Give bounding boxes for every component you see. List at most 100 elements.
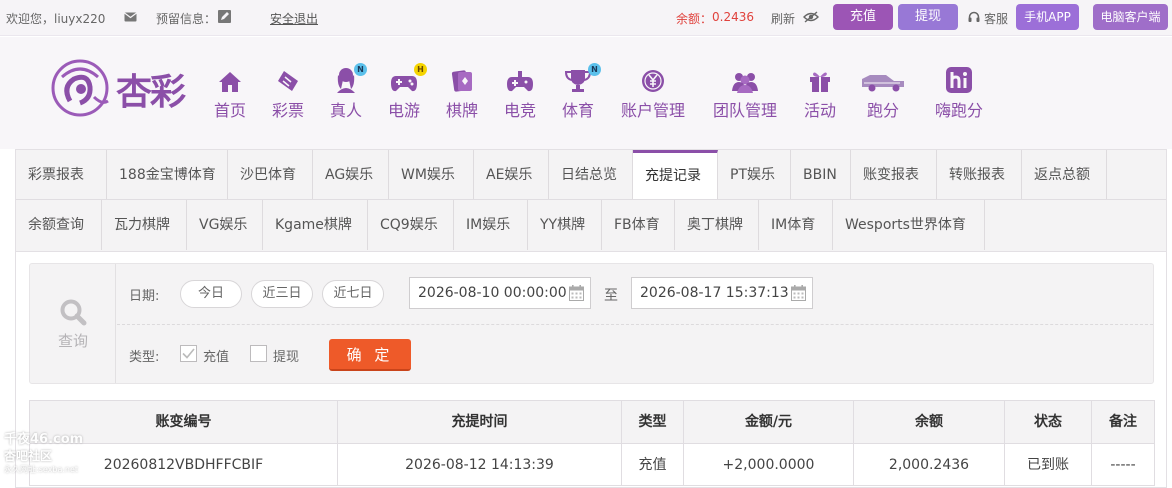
tab-wesports[interactable]: Wesports世界体育 bbox=[833, 200, 985, 250]
today-button[interactable]: 今日 bbox=[180, 280, 242, 308]
home-icon bbox=[219, 72, 241, 92]
last-7-days-button[interactable]: 近七日 bbox=[322, 280, 384, 308]
col-header-time: 充提时间 bbox=[338, 401, 622, 443]
tab-transfer-report[interactable]: 转账报表 bbox=[937, 150, 1022, 200]
tab-yy-chess[interactable]: YY棋牌 bbox=[528, 200, 602, 250]
eye-hidden-icon[interactable] bbox=[803, 11, 819, 27]
nav-hi-paofen[interactable]: 嗨跑分 bbox=[932, 65, 986, 121]
nav-chess[interactable]: 棋牌 bbox=[444, 65, 480, 121]
trophy-icon bbox=[565, 70, 591, 92]
gift-icon bbox=[810, 72, 830, 92]
tab-ae[interactable]: AE娱乐 bbox=[474, 150, 549, 200]
headset-icon[interactable] bbox=[968, 11, 980, 27]
team-icon bbox=[732, 73, 758, 93]
report-tabs: 彩票报表 188金宝博体育 沙巴体育 AG娱乐 WM娱乐 AE娱乐 日结总览 充… bbox=[15, 149, 1167, 251]
tab-wm[interactable]: WM娱乐 bbox=[389, 150, 474, 200]
tab-saba-sports[interactable]: 沙巴体育 bbox=[228, 150, 313, 200]
nav-esports[interactable]: 电竞 bbox=[502, 65, 538, 121]
pc-client-button[interactable]: 电脑客户端 bbox=[1093, 4, 1168, 30]
watermark-line-3: 永久网址:sexba.net bbox=[4, 465, 79, 474]
col-header-amount: 金额/元 bbox=[684, 401, 854, 443]
nav-hi-paofen-label: 嗨跑分 bbox=[934, 101, 983, 120]
balance-value: 0.2436 bbox=[712, 10, 754, 24]
tab-im-sports[interactable]: IM体育 bbox=[759, 200, 833, 250]
type-row: 类型: 充值 提现 确 定 bbox=[117, 324, 1153, 384]
tab-188-sports[interactable]: 188金宝博体育 bbox=[107, 150, 228, 200]
tab-im-entertainment[interactable]: IM娱乐 bbox=[454, 200, 528, 250]
cards-icon bbox=[451, 70, 472, 92]
nav-account[interactable]: 账户管理 bbox=[618, 65, 688, 121]
logo-text: 杏彩 bbox=[116, 71, 186, 113]
nav-team[interactable]: 团队管理 bbox=[710, 65, 780, 121]
tab-rebate-total[interactable]: 返点总额 bbox=[1022, 150, 1107, 200]
table-header: 账变编号 充提时间 类型 金额/元 余额 状态 备注 bbox=[29, 400, 1155, 444]
withdraw-checkbox[interactable] bbox=[250, 345, 267, 362]
mobile-app-button[interactable]: 手机APP bbox=[1016, 4, 1079, 30]
deposit-checkbox[interactable] bbox=[180, 345, 197, 362]
withdraw-option-label[interactable]: 提现 bbox=[273, 346, 299, 365]
tab-balance-query[interactable]: 余额查询 bbox=[16, 200, 102, 250]
main-header: 杏彩 首页 彩票 N 真人 H 电游 棋牌 电竞 N 体育 账户管理 团队管理 bbox=[0, 37, 1172, 149]
mail-icon[interactable] bbox=[124, 11, 137, 26]
tab-cq9[interactable]: CQ9娱乐 bbox=[368, 200, 454, 250]
nav-egame-label: 电游 bbox=[387, 101, 420, 120]
end-date-input[interactable]: 2026-08-17 15:37:13 bbox=[631, 277, 813, 309]
nav-paofen-label: 跑分 bbox=[866, 101, 899, 120]
date-range-to: 至 bbox=[604, 288, 618, 304]
nav-egame[interactable]: H 电游 bbox=[386, 63, 427, 121]
nav-promotions[interactable]: 活动 bbox=[802, 65, 838, 121]
race-car-icon bbox=[862, 75, 904, 92]
gamepad-icon bbox=[391, 76, 417, 92]
calendar-icon[interactable] bbox=[791, 285, 806, 301]
tab-fb-sports[interactable]: FB体育 bbox=[602, 200, 675, 250]
tab-pt[interactable]: PT娱乐 bbox=[718, 150, 791, 200]
start-date-input[interactable]: 2026-08-10 00:00:00 bbox=[409, 277, 591, 309]
nav-esports-label: 电竞 bbox=[503, 101, 536, 120]
withdraw-button[interactable]: 提现 bbox=[898, 4, 958, 30]
nav-live[interactable]: N 真人 bbox=[328, 63, 367, 121]
records-panel: 查询 日期: 今日 近三日 近七日 2026-08-10 00:00:00 至 … bbox=[15, 251, 1167, 488]
calendar-icon[interactable] bbox=[569, 285, 584, 301]
query-side: 查询 bbox=[30, 264, 116, 383]
tab-lottery-report[interactable]: 彩票报表 bbox=[16, 150, 107, 200]
logout-link[interactable]: 安全退出 bbox=[270, 10, 318, 27]
tab-ag[interactable]: AG娱乐 bbox=[313, 150, 389, 200]
cell-time: 2026-08-12 14:13:39 bbox=[338, 444, 622, 485]
new-badge: N bbox=[588, 63, 601, 76]
tab-wali-chess[interactable]: 瓦力棋牌 bbox=[102, 200, 187, 250]
last-3-days-button[interactable]: 近三日 bbox=[251, 280, 313, 308]
refresh-label[interactable]: 刷新 bbox=[771, 10, 795, 27]
table-row[interactable]: 20260812VBDHFFCBIF 2026-08-12 14:13:39 充… bbox=[29, 444, 1155, 486]
check-icon bbox=[182, 348, 195, 359]
nav-paofen[interactable]: 跑分 bbox=[858, 65, 908, 121]
date-row: 日期: 今日 近三日 近七日 2026-08-10 00:00:00 至 202… bbox=[117, 264, 1153, 324]
confirm-button[interactable]: 确 定 bbox=[329, 339, 411, 371]
nav-chess-label: 棋牌 bbox=[445, 101, 478, 120]
col-header-remark: 备注 bbox=[1109, 414, 1137, 430]
tab-bbin[interactable]: BBIN bbox=[791, 150, 851, 200]
watermark-line-1: 千夜46.com bbox=[4, 432, 84, 447]
nav-sports[interactable]: N 体育 bbox=[560, 63, 601, 121]
edit-icon[interactable] bbox=[218, 10, 231, 27]
tab-daily-summary[interactable]: 日结总览 bbox=[549, 150, 633, 200]
welcome-text: 欢迎您，liuyx220 bbox=[6, 12, 106, 26]
site-logo[interactable]: 杏彩 bbox=[50, 57, 210, 119]
tab-deposit-withdraw-records[interactable]: 充提记录 bbox=[633, 150, 718, 200]
lottery-ticket-icon bbox=[278, 71, 298, 91]
cell-amount: +2,000.0000 bbox=[684, 444, 854, 485]
nav-home[interactable]: 首页 bbox=[212, 65, 248, 121]
deposit-option-label[interactable]: 充值 bbox=[203, 346, 229, 365]
end-date-value: 2026-08-17 15:37:13 bbox=[640, 285, 789, 301]
customer-service-link[interactable]: 客服 bbox=[984, 10, 1008, 27]
col-header-status: 状态 bbox=[1005, 401, 1092, 443]
tab-balance-change-report[interactable]: 账变报表 bbox=[851, 150, 937, 200]
col-header-balance: 余额 bbox=[854, 401, 1005, 443]
deposit-button[interactable]: 充值 bbox=[833, 4, 893, 30]
tab-vg[interactable]: VG娱乐 bbox=[187, 200, 263, 250]
filter-box: 查询 日期: 今日 近三日 近七日 2026-08-10 00:00:00 至 … bbox=[29, 263, 1154, 384]
nav-lottery[interactable]: 彩票 bbox=[270, 65, 306, 121]
tab-kgame-chess[interactable]: Kgame棋牌 bbox=[263, 200, 368, 250]
date-label: 日期: bbox=[129, 289, 160, 304]
search-icon bbox=[60, 299, 87, 326]
tab-odin-chess[interactable]: 奥丁棋牌 bbox=[675, 200, 759, 250]
